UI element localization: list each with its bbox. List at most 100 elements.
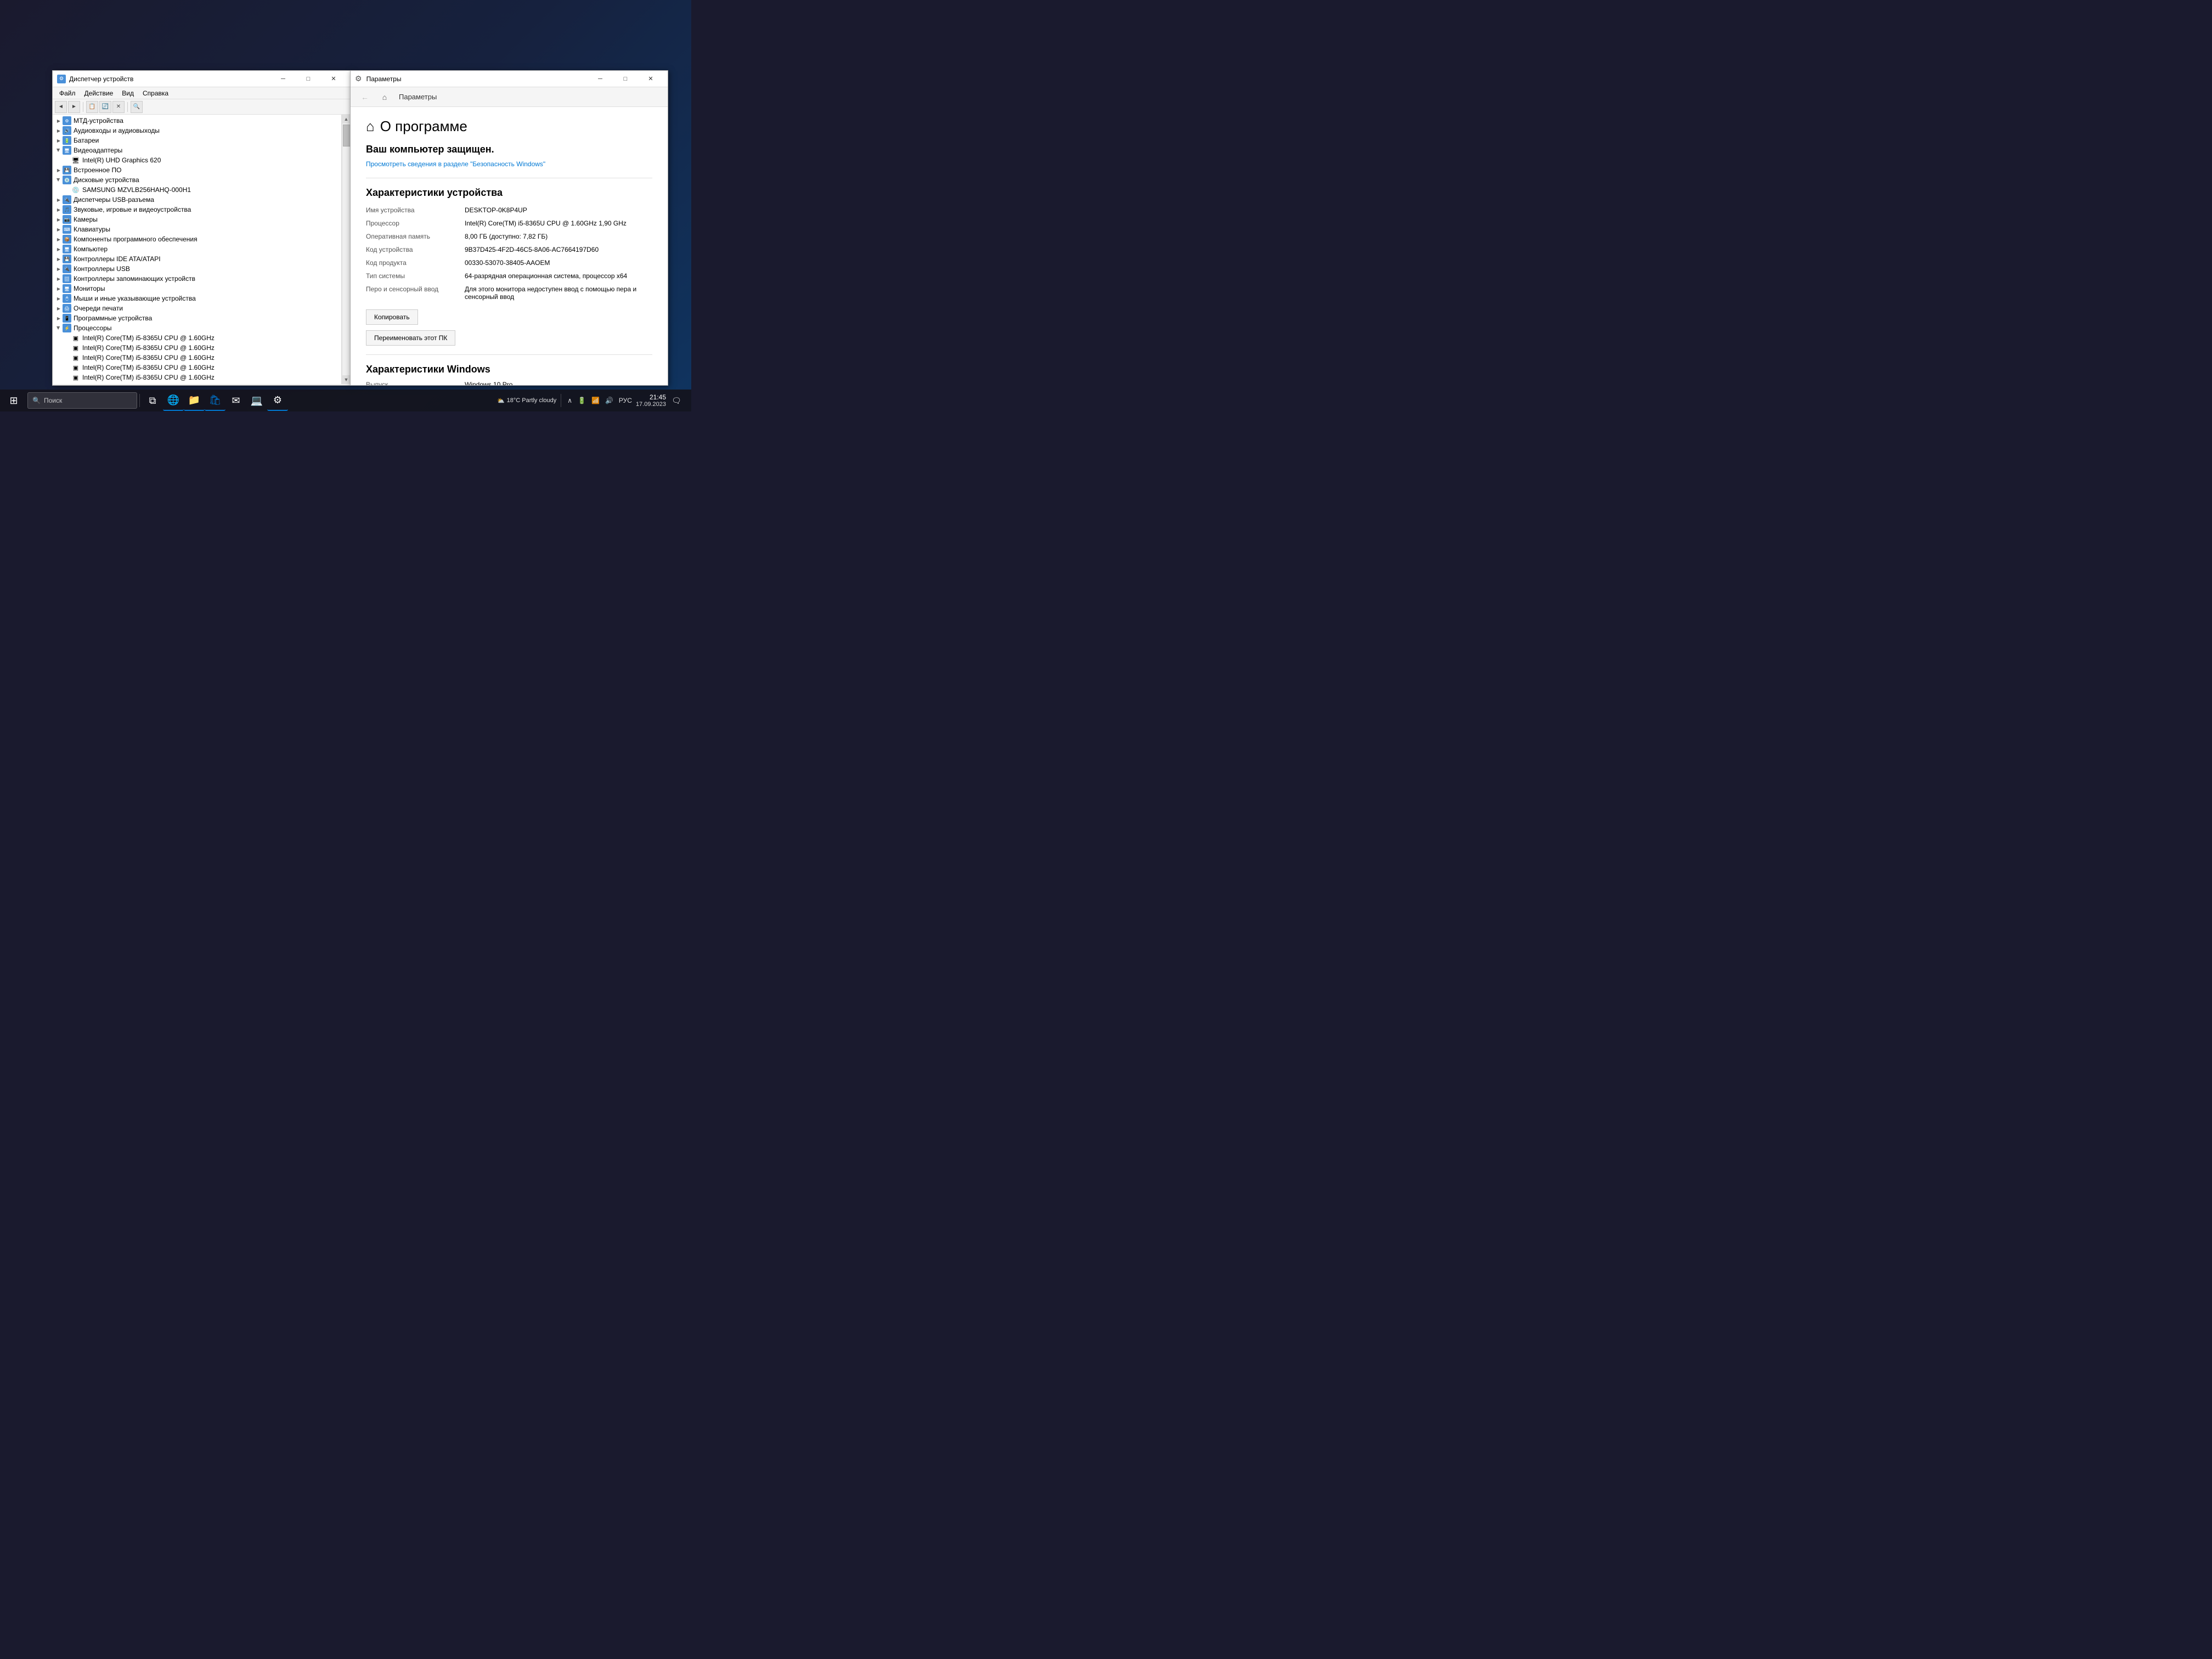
- explorer-button[interactable]: 📁: [184, 390, 205, 411]
- menu-action[interactable]: Действие: [80, 88, 118, 98]
- menu-help[interactable]: Справка: [138, 88, 173, 98]
- weather-widget[interactable]: ⛅ 18°C Partly cloudy: [497, 397, 556, 404]
- tree-item-storage[interactable]: ▶ 🗄 Контроллеры запоминающих устройств: [53, 274, 341, 284]
- tree-item-software[interactable]: ▶ 📦 Компоненты программного обеспечения: [53, 234, 341, 244]
- rename-button[interactable]: Переименовать этот ПК: [366, 330, 455, 346]
- tree-item-cpu-3[interactable]: ▶ ▣ Intel(R) Core(TM) i5-8365U CPU @ 1.6…: [53, 353, 341, 363]
- maximize-button[interactable]: □: [296, 71, 321, 87]
- label-pen-touch: Перо и сенсорный ввод: [366, 285, 465, 293]
- tree-item-print-queues[interactable]: ▶ 🖨 Очереди печати: [53, 303, 341, 313]
- settings-maximize-button[interactable]: □: [613, 71, 638, 87]
- tree-item-cpu-6[interactable]: ▶ ▣ Intel(R) Core(TM) i5-8365U CPU @ 1.6…: [53, 382, 341, 384]
- tree-item-disk[interactable]: ▶ 💿 Дисковые устройства: [53, 175, 341, 185]
- uninstall-toolbar-btn[interactable]: ✕: [112, 101, 125, 113]
- language-indicator[interactable]: РУС: [617, 396, 634, 405]
- value-pen-touch: Для этого монитора недоступен ввод с пом…: [465, 285, 652, 301]
- settings-home-button[interactable]: ⌂: [377, 89, 392, 105]
- device-tree-scrollbar[interactable]: ▲ ▼: [342, 115, 351, 384]
- taskview-button[interactable]: ⧉: [142, 390, 163, 411]
- info-row-product-id: Код продукта 00330-53070-38405-AAOEM: [366, 259, 652, 267]
- tree-label-disk: Дисковые устройства: [74, 176, 139, 184]
- search-text: Поиск: [44, 397, 62, 404]
- tree-item-cpu-5[interactable]: ▶ ▣ Intel(R) Core(TM) i5-8365U CPU @ 1.6…: [53, 373, 341, 382]
- value-processor: Intel(R) Core(TM) i5-8365U CPU @ 1.60GHz…: [465, 219, 652, 227]
- tree-item-cpu-1[interactable]: ▶ ▣ Intel(R) Core(TM) i5-8365U CPU @ 1.6…: [53, 333, 341, 343]
- notification-center-button[interactable]: 🗨: [668, 390, 685, 411]
- update-toolbar-btn[interactable]: 🔄: [99, 101, 111, 113]
- minimize-button[interactable]: ─: [270, 71, 296, 87]
- tree-item-cameras[interactable]: ▶ 📷 Камеры: [53, 215, 341, 224]
- settings-close-button[interactable]: ✕: [638, 71, 663, 87]
- taskview-icon: ⧉: [149, 395, 156, 407]
- settings-minimize-button[interactable]: ─: [588, 71, 613, 87]
- tree-item-processors[interactable]: ▶ ⚡ Процессоры: [53, 323, 341, 333]
- store-button[interactable]: 🛍: [205, 390, 225, 411]
- search-box[interactable]: 🔍 Поиск: [27, 392, 137, 409]
- tree-label-video: Видеоадаптеры: [74, 146, 122, 154]
- tree-label-firmware: Встроенное ПО: [74, 166, 121, 174]
- store-icon: 🛍: [209, 394, 222, 406]
- back-arrow-icon: ←: [361, 93, 369, 101]
- tree-item-mtd[interactable]: ▶ ⚙ МТД-устройства: [53, 116, 341, 126]
- menu-view[interactable]: Вид: [117, 88, 138, 98]
- device-icon-uhd620: 🖥: [71, 156, 80, 165]
- properties-toolbar-btn[interactable]: 📋: [86, 101, 98, 113]
- close-button[interactable]: ✕: [321, 71, 346, 87]
- copy-button[interactable]: Копировать: [366, 309, 418, 325]
- scrollbar-thumb[interactable]: [343, 125, 351, 146]
- settings-nav-bar: ← ⌂ Параметры: [351, 87, 668, 107]
- tree-item-sw-devices[interactable]: ▶ 📱 Программные устройства: [53, 313, 341, 323]
- category-icon-keyboard: ⌨: [63, 225, 71, 234]
- category-icon-usb: 🔌: [63, 264, 71, 273]
- device-icon-cpu-1: ▣: [71, 334, 80, 342]
- tree-item-mice[interactable]: ▶ 🖱 Мыши и иные указывающие устройства: [53, 294, 341, 303]
- category-icon-disk: 💿: [63, 176, 71, 184]
- tree-item-uhd620[interactable]: ▶ 🖥 Intel(R) UHD Graphics 620: [53, 155, 341, 165]
- device-icon-cpu-6: ▣: [71, 383, 80, 384]
- tree-item-usb-hubs[interactable]: ▶ 🔌 Диспетчеры USB-разъема: [53, 195, 341, 205]
- tree-item-samsung[interactable]: ▶ 💿 SAMSUNG MZVLB256HAHQ-000H1: [53, 185, 341, 195]
- network-tray-icon[interactable]: 📶: [590, 396, 601, 405]
- tree-item-sound[interactable]: ▶ 🎵 Звуковые, игровые и видеоустройства: [53, 205, 341, 215]
- scrollbar-down[interactable]: ▼: [342, 375, 350, 384]
- settings-taskbar-button[interactable]: ⚙: [267, 390, 288, 411]
- security-link[interactable]: Просмотреть сведения в разделе "Безопасн…: [366, 160, 652, 169]
- info-row-system-type: Тип системы 64-разрядная операционная си…: [366, 272, 652, 280]
- chevron-icon[interactable]: ∧: [566, 396, 574, 405]
- tree-item-keyboard[interactable]: ▶ ⌨ Клавиатуры: [53, 224, 341, 234]
- edge-button[interactable]: 🌐: [163, 390, 184, 411]
- device-tree[interactable]: ▶ ⚙ МТД-устройства ▶ 🔊 Аудиовходы и ауди…: [53, 115, 342, 384]
- edge-icon: 🌐: [167, 394, 179, 406]
- tree-item-firmware[interactable]: ▶ 💾 Встроенное ПО: [53, 165, 341, 175]
- tree-item-audio[interactable]: ▶ 🔊 Аудиовходы и аудиовыходы: [53, 126, 341, 136]
- value-system-type: 64-разрядная операционная система, проце…: [465, 272, 652, 280]
- battery-tray-icon[interactable]: 🔋: [576, 396, 588, 405]
- tree-item-computer[interactable]: ▶ 🖥 Компьютер: [53, 244, 341, 254]
- tree-item-cpu-2[interactable]: ▶ ▣ Intel(R) Core(TM) i5-8365U CPU @ 1.6…: [53, 343, 341, 353]
- tree-item-usb[interactable]: ▶ 🔌 Контроллеры USB: [53, 264, 341, 274]
- tree-item-battery[interactable]: ▶ 🔋 Батареи: [53, 136, 341, 145]
- clock[interactable]: 21:45 17.09.2023: [636, 393, 666, 408]
- start-button[interactable]: ⊞: [2, 390, 25, 411]
- tree-label-cpu-4: Intel(R) Core(TM) i5-8365U CPU @ 1.60GHz: [82, 364, 215, 371]
- tree-item-video[interactable]: ▶ 🖥 Видеоадаптеры: [53, 145, 341, 155]
- scrollbar-up[interactable]: ▲: [342, 115, 350, 123]
- settings-window: ⚙ Параметры ─ □ ✕ ← ⌂ Параметры ⌂ О прог…: [350, 70, 668, 386]
- tree-item-cpu-4[interactable]: ▶ ▣ Intel(R) Core(TM) i5-8365U CPU @ 1.6…: [53, 363, 341, 373]
- device-manager-title: Диспетчер устройств: [69, 75, 133, 83]
- scan-toolbar-btn[interactable]: 🔍: [131, 101, 143, 113]
- tree-label-storage: Контроллеры запоминающих устройств: [74, 275, 195, 283]
- settings-titlebar: ⚙ Параметры ─ □ ✕: [351, 71, 668, 87]
- tree-item-ide[interactable]: ▶ 💾 Контроллеры IDE ATA/ATAPI: [53, 254, 341, 264]
- weather-icon: ⛅: [497, 397, 505, 404]
- category-icon-mice: 🖱: [63, 294, 71, 303]
- page-title-text: О программе: [380, 118, 467, 135]
- volume-tray-icon[interactable]: 🔊: [603, 396, 615, 405]
- settings-back-button[interactable]: ←: [357, 89, 373, 105]
- back-toolbar-btn[interactable]: ◄: [55, 101, 67, 113]
- forward-toolbar-btn[interactable]: ►: [68, 101, 80, 113]
- menu-file[interactable]: Файл: [55, 88, 80, 98]
- terminal-button[interactable]: 💻: [246, 390, 267, 411]
- tree-item-monitors[interactable]: ▶ 🖥 Мониторы: [53, 284, 341, 294]
- mail-button[interactable]: ✉: [225, 390, 246, 411]
